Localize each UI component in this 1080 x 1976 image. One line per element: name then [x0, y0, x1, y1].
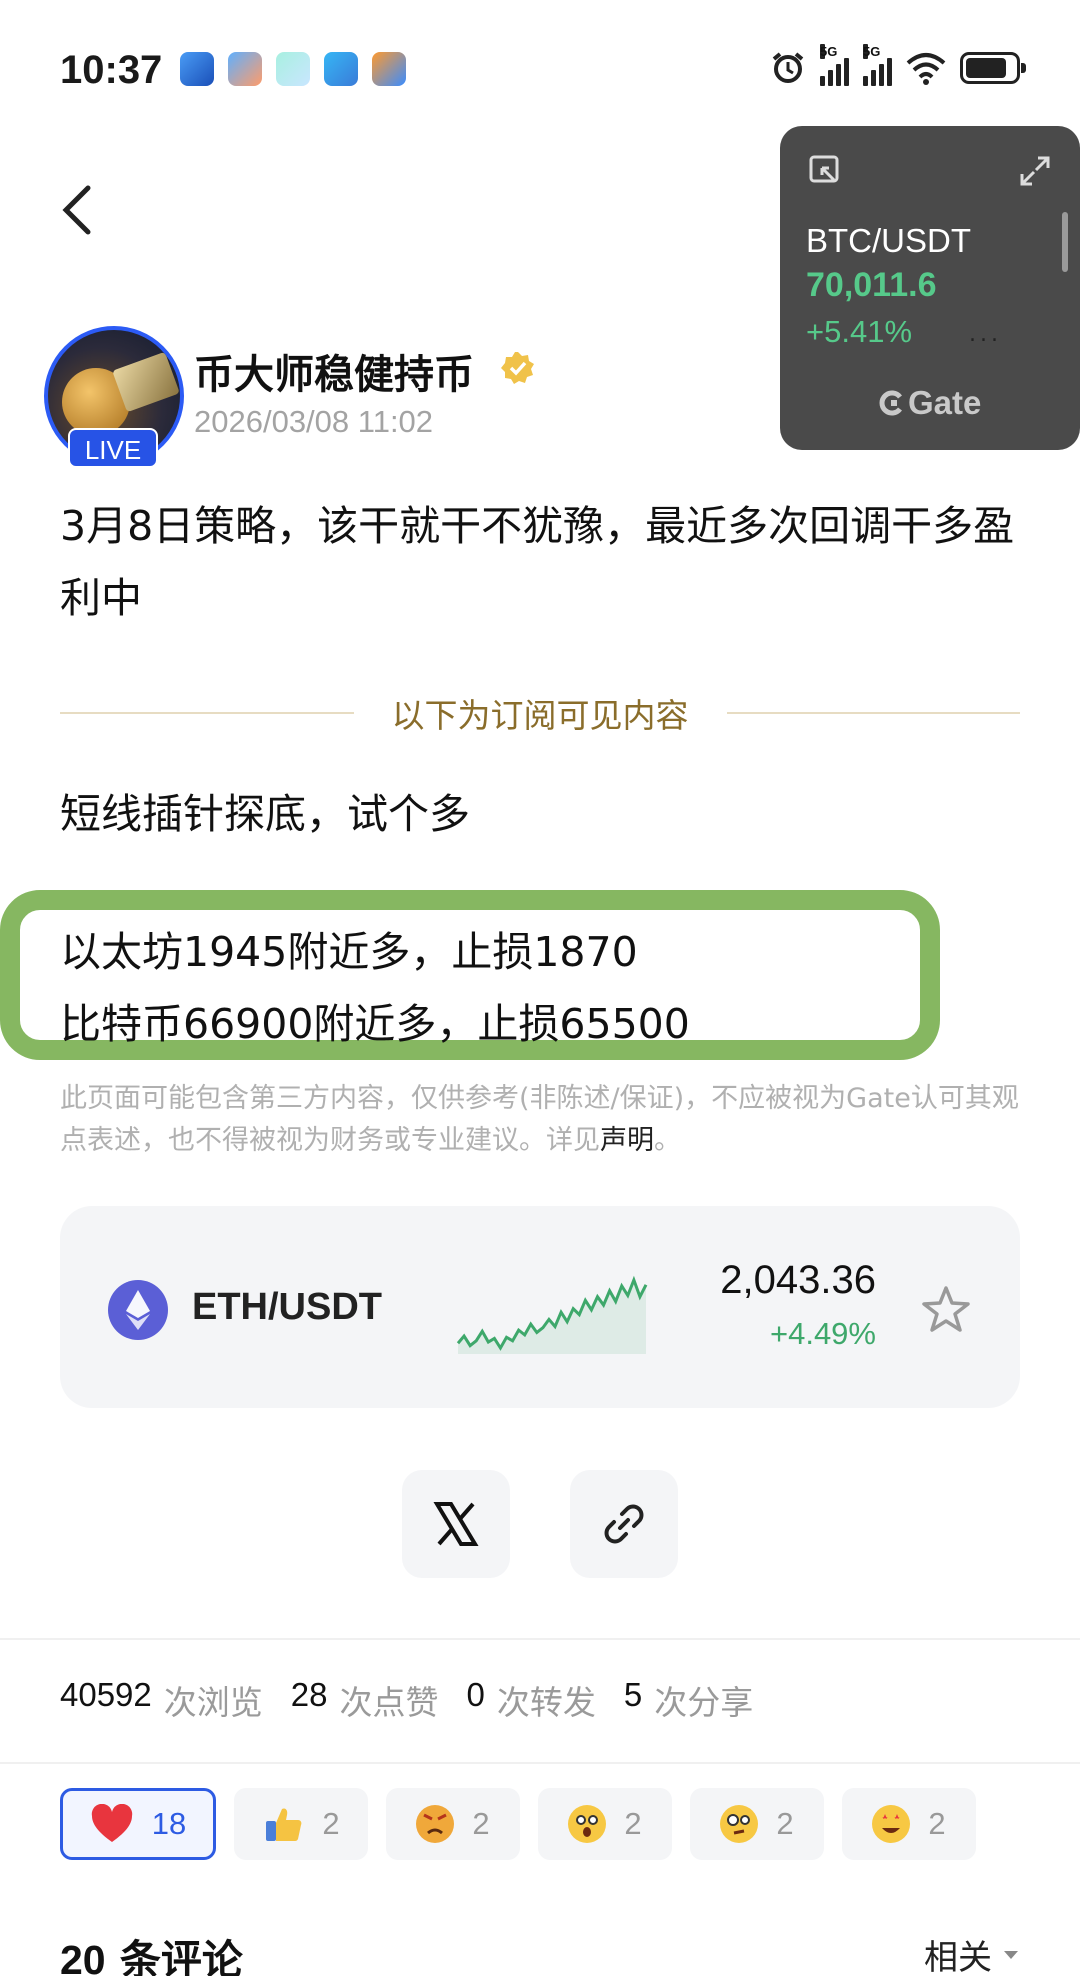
reaction-heart-button[interactable]: 18: [60, 1788, 216, 1860]
ticker-price: 2,043.36: [720, 1258, 876, 1302]
status-bar: 10:37 5G 5G: [0, 0, 1080, 130]
more-dots: ...: [969, 322, 1002, 347]
eth-ticker-card[interactable]: ETH/USDT 2,043.36 +4.49%: [60, 1206, 1020, 1408]
float-price: 70,011.6: [806, 266, 937, 304]
reaction-bar: 18 2 2 2 2 2: [60, 1788, 976, 1860]
divider: [0, 1762, 1080, 1764]
wifi-icon: [906, 53, 946, 85]
price-sparkline: [456, 1275, 648, 1354]
comments-title: 20 条评论: [60, 1926, 243, 1976]
subscriber-divider: 以下为订阅可见内容: [60, 688, 1020, 738]
comments-label: 条评论: [119, 1936, 243, 1976]
divider: [0, 1638, 1080, 1640]
reaction-count: 2: [472, 1806, 490, 1841]
disclaimer-end: 。: [654, 1125, 681, 1156]
reposts-count: 0: [466, 1676, 485, 1713]
heart-icon: [91, 1804, 132, 1842]
ticker-change: +4.49%: [769, 1316, 876, 1351]
angry-face-icon: [416, 1805, 455, 1843]
ethereum-icon: [108, 1280, 168, 1340]
gate-logo-text: Gate: [908, 384, 982, 421]
btc-strategy-line: 比特币66900附近多，止损65500: [60, 1000, 690, 1048]
views-label: 次浏览: [163, 1683, 263, 1722]
share-x-button[interactable]: [402, 1470, 510, 1578]
reaction-count: 2: [776, 1806, 794, 1841]
expand-icon[interactable]: [1018, 154, 1052, 188]
x-logo-icon: [433, 1502, 479, 1546]
disclaimer-text: 此页面可能包含第三方内容，仅供参考(非陈述/保证)，不应被视为Gate认可其观点…: [60, 1083, 1019, 1156]
reaction-count: 2: [624, 1806, 642, 1841]
signal-5g-icon: 5G: [820, 44, 849, 86]
reaction-count: 2: [322, 1806, 340, 1841]
favorite-star-icon[interactable]: [920, 1284, 972, 1336]
app-notification-icon: [372, 52, 406, 86]
scrollbar[interactable]: [1062, 212, 1068, 272]
copy-link-button[interactable]: [570, 1470, 678, 1578]
floating-ticker-window[interactable]: ... BTC/USDT 70,011.6 +5.41% Gate: [780, 126, 1080, 450]
strategy-line: 短线插针探底，试个多: [60, 790, 470, 838]
disclaimer-link[interactable]: 声明: [600, 1125, 654, 1156]
shares-label: 次分享: [654, 1683, 754, 1722]
signal-5g-icon: 5G: [863, 44, 892, 86]
verified-badge-icon: [501, 352, 534, 384]
alarm-icon: [772, 52, 804, 83]
live-badge: LIVE: [68, 428, 158, 468]
sort-label: 相关: [924, 1938, 992, 1976]
eth-strategy-line: 以太坊1945附近多，止损1870: [60, 928, 638, 976]
likes-count: 28: [290, 1676, 328, 1713]
thinking-face-icon: [720, 1805, 759, 1843]
chevron-left-icon: [62, 185, 91, 235]
reaction-star-eyes-button[interactable]: 2: [842, 1788, 976, 1860]
author-name[interactable]: 币大师稳健持币: [194, 342, 474, 400]
float-pair: BTC/USDT: [806, 222, 971, 259]
comment-sort-dropdown[interactable]: 相关: [924, 1930, 1020, 1976]
reaction-angry-button[interactable]: 2: [386, 1788, 520, 1860]
subscriber-label: 以下为订阅可见内容: [391, 696, 689, 735]
star-eyes-face-icon: [872, 1805, 911, 1843]
picture-in-picture-icon[interactable]: [808, 154, 842, 188]
reaction-count: 2: [928, 1806, 946, 1841]
gate-logo: Gate: [878, 384, 981, 422]
reaction-count: 18: [151, 1806, 187, 1841]
post-time: 2026/03/08 11:02: [194, 404, 434, 439]
post-stats: 40592 次浏览 28 次点赞 0 次转发 5 次分享: [60, 1676, 781, 1724]
back-button[interactable]: [58, 180, 98, 240]
disclaimer: 此页面可能包含第三方内容，仅供参考(非陈述/保证)，不应被视为Gate认可其观点…: [60, 1078, 1020, 1162]
notification-icons: [180, 52, 406, 86]
app-notification-icon: [228, 52, 262, 86]
likes-label: 次点赞: [339, 1683, 439, 1722]
app-notification-icon: [324, 52, 358, 86]
thumbs-up-icon: [266, 1808, 302, 1841]
app-notification-icon: [276, 52, 310, 86]
battery-icon: [960, 52, 1026, 84]
float-change: +5.41%: [806, 314, 913, 349]
reaction-thumbs-up-button[interactable]: 2: [234, 1788, 368, 1860]
shares-count: 5: [623, 1676, 643, 1713]
system-status: 5G 5G: [770, 44, 1026, 86]
reposts-label: 次转发: [496, 1683, 596, 1722]
post-body: 3月8日策略，该干就干不犹豫，最近多次回调干多盈利中: [60, 502, 1015, 622]
ticker-pair: ETH/USDT: [192, 1286, 382, 1328]
caret-down-icon: [1004, 1950, 1018, 1959]
comments-count: 20: [60, 1937, 106, 1976]
shocked-face-icon: [568, 1805, 607, 1843]
link-icon: [604, 1504, 644, 1544]
reaction-shocked-button[interactable]: 2: [538, 1788, 672, 1860]
views-count: 40592: [60, 1676, 152, 1713]
sparkline-area: [458, 1280, 646, 1354]
app-notification-icon: [180, 52, 214, 86]
reaction-thinking-button[interactable]: 2: [690, 1788, 824, 1860]
status-time: 10:37: [60, 48, 163, 92]
gate-logo-icon: [879, 390, 902, 416]
